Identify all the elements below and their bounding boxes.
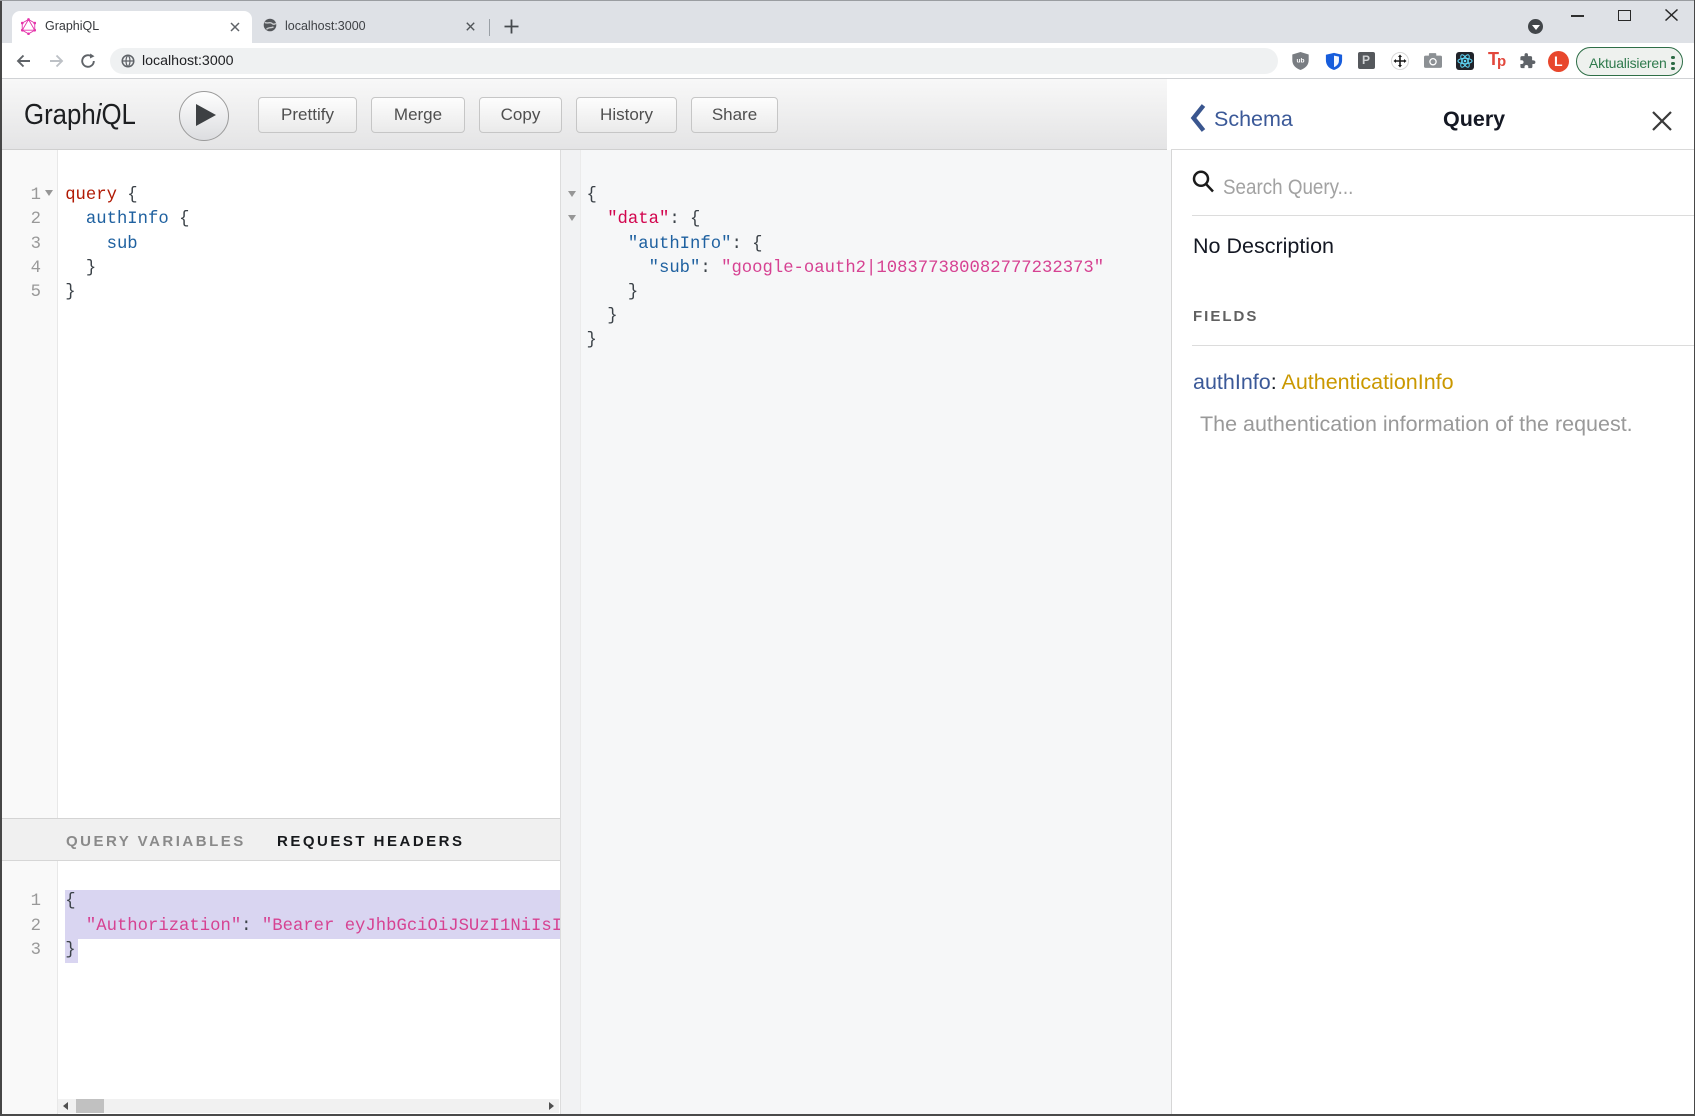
svg-text:ub: ub [1297, 58, 1305, 65]
